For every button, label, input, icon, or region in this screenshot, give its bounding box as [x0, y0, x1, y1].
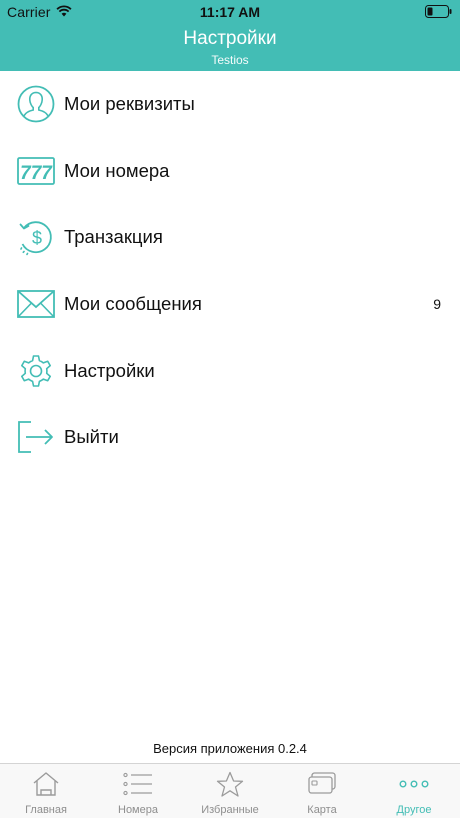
menu-item-numbers[interactable]: 777 Мои номера [0, 138, 460, 205]
dollar-cycle-icon: $ [17, 218, 55, 256]
card-icon [307, 770, 337, 798]
menu-item-label: Мои реквизиты [64, 93, 195, 115]
tab-card[interactable]: Карта [276, 764, 368, 818]
svg-text:777: 777 [20, 163, 53, 184]
menu-item-label: Выйти [64, 426, 119, 448]
settings-screen: Carrier 11:17 AM Настройки Testios Мои р… [0, 0, 460, 818]
tab-label: Главная [25, 804, 67, 816]
page-subtitle: Testios [211, 53, 249, 67]
battery-icon [425, 5, 452, 23]
tab-label: Другое [396, 804, 432, 816]
tab-label: Избранные [201, 804, 259, 816]
logout-icon [17, 418, 55, 456]
menu-item-label: Мои сообщения [64, 293, 202, 315]
tab-label: Карта [307, 804, 337, 816]
menu-item-label: Настройки [64, 359, 155, 381]
menu-item-label: Транзакция [64, 226, 163, 248]
tab-bar: Главная Номера Избранные Карта Другое [0, 763, 460, 818]
header: Carrier 11:17 AM Настройки Testios [0, 0, 460, 71]
svg-text:$: $ [32, 228, 42, 248]
menu-item-messages[interactable]: Мои сообщения 9 [0, 271, 460, 338]
menu-item-transaction[interactable]: $ Транзакция [0, 204, 460, 271]
home-icon [31, 770, 61, 798]
star-icon [215, 770, 245, 798]
status-bar: Carrier 11:17 AM [0, 0, 460, 24]
messages-count-badge: 9 [433, 296, 441, 313]
menu-item-label: Мои номера [64, 159, 170, 181]
tab-favorites[interactable]: Избранные [184, 764, 276, 818]
app-version-label: Версия приложения 0.2.4 [153, 741, 307, 756]
menu-list: Мои реквизиты 777 Мои номера $ Транзакци… [0, 71, 460, 471]
page-title: Настройки [183, 28, 277, 49]
menu-item-logout[interactable]: Выйти [0, 404, 460, 471]
tab-home[interactable]: Главная [0, 764, 92, 818]
menu-item-settings[interactable]: Настройки [0, 337, 460, 404]
user-avatar-icon [17, 85, 55, 123]
number-777-icon: 777 [17, 152, 55, 190]
envelope-icon [17, 285, 55, 323]
tab-numbers[interactable]: Номера [92, 764, 184, 818]
gear-icon [17, 352, 55, 390]
tab-other[interactable]: Другое [368, 764, 460, 818]
menu-item-requisites[interactable]: Мои реквизиты [0, 71, 460, 138]
tab-label: Номера [118, 804, 158, 816]
list-icon [123, 770, 153, 798]
more-dots-icon [399, 770, 429, 798]
status-time: 11:17 AM [199, 4, 261, 20]
